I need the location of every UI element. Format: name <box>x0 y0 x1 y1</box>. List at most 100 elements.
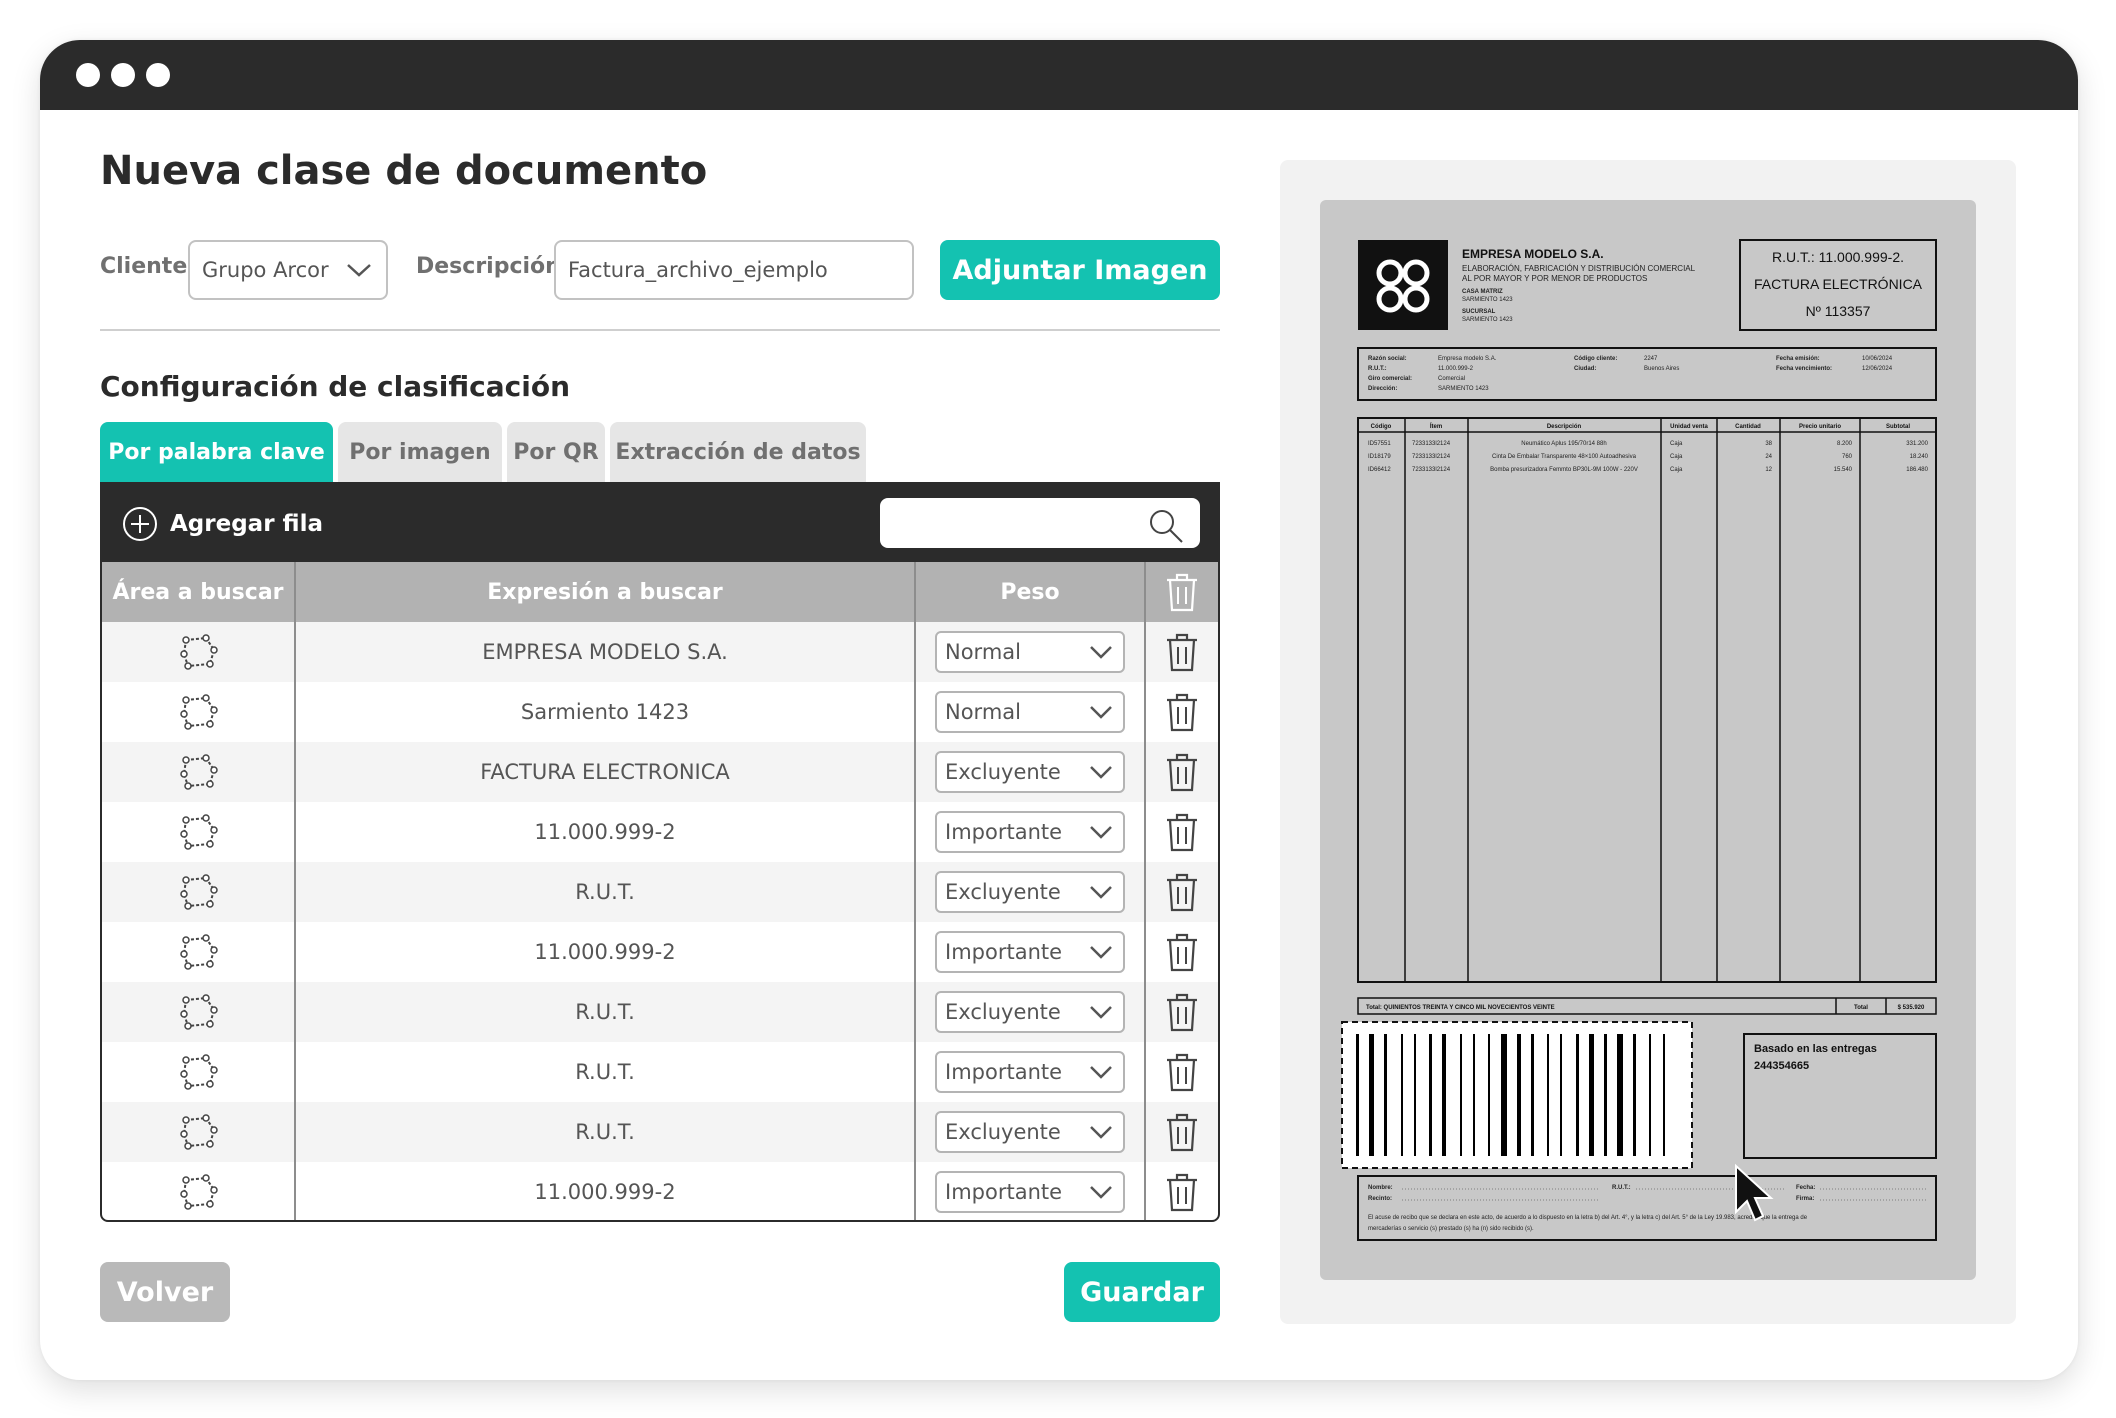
barcode-bar <box>1663 1034 1665 1156</box>
expression-cell[interactable]: R.U.T. <box>296 1042 914 1102</box>
description-input[interactable]: Factura_archivo_ejemplo <box>554 240 914 300</box>
weight-select[interactable]: Normal <box>935 631 1125 673</box>
trash-icon <box>1167 933 1197 972</box>
expression-cell[interactable]: FACTURA ELECTRONICA <box>296 742 914 802</box>
keyword-table: Agregar fila Área a buscar Expresión a b… <box>100 482 1220 1222</box>
invoice-recinto-label: Recinto: <box>1368 1196 1392 1202</box>
expression-cell[interactable]: 11.000.999-2 <box>296 802 914 862</box>
delete-row-button[interactable] <box>1146 682 1218 742</box>
weight-select[interactable]: Excluyente <box>935 1111 1125 1153</box>
expression-cell[interactable]: R.U.T. <box>296 862 914 922</box>
invoice-item-cell: ID66412 <box>1368 467 1391 473</box>
expression-cell[interactable]: 11.000.999-2 <box>296 922 914 982</box>
chevron-down-icon <box>1090 1126 1112 1139</box>
area-selector-button[interactable] <box>102 1162 294 1220</box>
area-selector-button[interactable] <box>102 682 294 742</box>
attach-image-button[interactable]: Adjuntar Imagen <box>940 240 1220 300</box>
weight-select-value: Importante <box>945 940 1063 964</box>
invoice-legal-text: El acuse de recibo que se declara en est… <box>1368 1215 1808 1221</box>
barcode-bar <box>1356 1034 1359 1156</box>
weight-select-value: Excluyente <box>945 760 1061 784</box>
invoice-item-cell: Bomba presurizadora Femmto BP30L-9M 100W… <box>1490 467 1638 473</box>
save-button[interactable]: Guardar <box>1064 1262 1220 1322</box>
weight-select[interactable]: Importante <box>935 931 1125 973</box>
chevron-down-icon <box>1090 646 1112 659</box>
expression-cell[interactable]: EMPRESA MODELO S.A. <box>296 622 914 682</box>
table-toolbar: Agregar fila <box>102 484 1218 562</box>
area-selector-button[interactable] <box>102 622 294 682</box>
description-label: Descripción <box>416 254 561 279</box>
barcode-bar <box>1517 1034 1521 1156</box>
weight-select[interactable]: Excluyente <box>935 871 1125 913</box>
table-search-input[interactable] <box>880 498 1200 548</box>
tab-image[interactable]: Por imagen <box>338 422 502 482</box>
area-selector-button[interactable] <box>102 862 294 922</box>
invoice-info-label: Dirección: <box>1368 386 1397 392</box>
client-select[interactable]: Grupo Arcor <box>188 240 388 300</box>
invoice-item-cell: 7233133l2124 <box>1412 441 1451 447</box>
delete-all-button[interactable] <box>1146 562 1218 622</box>
back-button[interactable]: Volver <box>100 1262 230 1322</box>
app-window: Nueva clase de documento Cliente Grupo A… <box>40 40 2078 1380</box>
expression-cell[interactable]: R.U.T. <box>296 982 914 1042</box>
invoice-item-cell: Caja <box>1670 441 1683 447</box>
delete-row-button[interactable] <box>1146 982 1218 1042</box>
expression-cell[interactable]: Sarmiento 1423 <box>296 682 914 742</box>
delete-row-button[interactable] <box>1146 802 1218 862</box>
delete-row-button[interactable] <box>1146 922 1218 982</box>
delete-row-button[interactable] <box>1146 622 1218 682</box>
polygon-area-icon <box>180 994 218 1030</box>
weight-select[interactable]: Importante <box>935 811 1125 853</box>
client-select-value: Grupo Arcor <box>202 258 329 282</box>
expression-cell[interactable]: 11.000.999-2 <box>296 1162 914 1220</box>
area-selector-button[interactable] <box>102 802 294 862</box>
document-preview: EMPRESA MODELO S.A. ELABORACIÓN, FABRICA… <box>1320 200 1976 1280</box>
delete-row-button[interactable] <box>1146 1102 1218 1162</box>
area-selector-button[interactable] <box>102 1042 294 1102</box>
invoice-rut-label: R.U.T.: <box>1612 1185 1631 1191</box>
tab-keyword[interactable]: Por palabra clave <box>100 422 333 482</box>
weight-select[interactable]: Importante <box>935 1051 1125 1093</box>
header-weight: Peso <box>1000 579 1060 605</box>
invoice-info-block: Razón social: R.U.T.: Giro comercial: Di… <box>1368 356 1893 392</box>
tab-data-extraction[interactable]: Extracción de datos <box>610 422 866 482</box>
invoice-client-code: 2247 <box>1644 356 1658 362</box>
window-titlebar <box>40 40 2078 110</box>
barcode-bar <box>1442 1034 1446 1156</box>
weight-select[interactable]: Importante <box>935 1171 1125 1213</box>
chevron-down-icon <box>1090 1066 1112 1079</box>
company-logo <box>1358 240 1448 330</box>
expression-cell[interactable]: R.U.T. <box>296 1102 914 1162</box>
chevron-down-icon <box>1090 766 1112 779</box>
window-dot-icon <box>111 63 135 87</box>
search-icon <box>1150 510 1183 543</box>
polygon-area-icon <box>180 1054 218 1090</box>
weight-select[interactable]: Normal <box>935 691 1125 733</box>
barcode-bar <box>1460 1034 1462 1156</box>
polygon-area-icon <box>180 754 218 790</box>
barcode-bar <box>1488 1034 1490 1156</box>
invoice-total-words: Total: QUINIENTOS TREINTA Y CINCO MIL NO… <box>1366 1005 1555 1011</box>
table-row: Sarmiento 1423 Normal <box>102 682 1218 742</box>
weight-select[interactable]: Excluyente <box>935 991 1125 1033</box>
area-selector-button[interactable] <box>102 922 294 982</box>
tab-qr[interactable]: Por QR <box>507 422 605 482</box>
area-selector-button[interactable] <box>102 982 294 1042</box>
chevron-down-icon <box>1090 1006 1112 1019</box>
table-header: Área a buscar Expresión a buscar Peso <box>102 562 1218 622</box>
area-selector-button[interactable] <box>102 742 294 802</box>
area-selector-button[interactable] <box>102 1102 294 1162</box>
column-divider <box>294 562 296 1220</box>
invoice-item-cell: Caja <box>1670 454 1683 460</box>
delete-row-button[interactable] <box>1146 1042 1218 1102</box>
delete-row-button[interactable] <box>1146 742 1218 802</box>
add-row-button[interactable]: Agregar fila <box>122 506 323 542</box>
delete-row-button[interactable] <box>1146 862 1218 922</box>
delete-row-button[interactable] <box>1146 1162 1218 1220</box>
table-row: R.U.T. Excluyente <box>102 862 1218 922</box>
barcode-bar <box>1604 1034 1607 1156</box>
invoice-total-value: $ 535.920 <box>1898 1005 1925 1011</box>
chevron-down-icon <box>1090 886 1112 899</box>
weight-select[interactable]: Excluyente <box>935 751 1125 793</box>
invoice-item-cell: 186.480 <box>1906 467 1928 473</box>
